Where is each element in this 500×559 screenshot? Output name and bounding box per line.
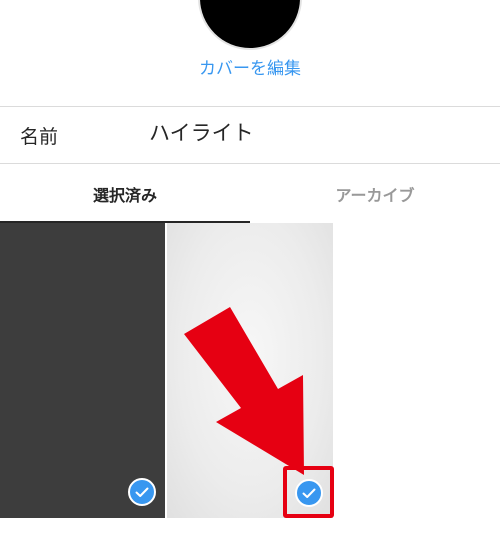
cover-image[interactable]	[200, 0, 300, 48]
name-label: 名前	[20, 126, 59, 148]
divider	[0, 163, 500, 164]
annotation-highlight-box	[283, 466, 334, 518]
story-thumbnail[interactable]	[0, 223, 165, 518]
tab-archive[interactable]: アーカイブ	[250, 165, 500, 223]
tab-archive-label: アーカイブ	[335, 186, 415, 205]
name-field[interactable]	[149, 117, 479, 147]
check-icon[interactable]	[128, 478, 156, 506]
tab-selected-label: 選択済み	[92, 186, 157, 205]
tab-selected[interactable]: 選択済み	[0, 165, 250, 223]
edit-cover-link[interactable]: カバーを編集	[0, 54, 500, 79]
divider	[0, 106, 500, 107]
highlight-edit-screen: カバーを編集 名前 選択済み アーカイブ	[0, 0, 500, 559]
